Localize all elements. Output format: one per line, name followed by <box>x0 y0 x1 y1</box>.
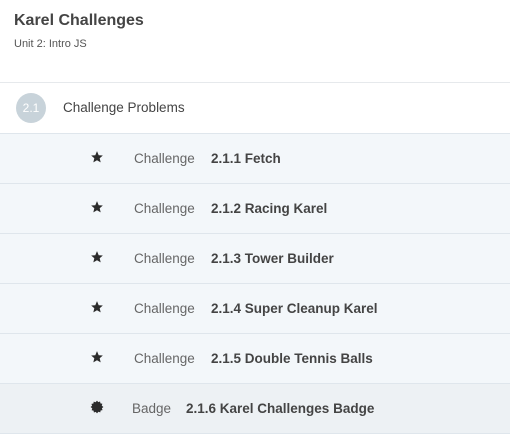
lesson-name: 2.1.5 Double Tennis Balls <box>211 351 373 366</box>
lesson-row-fetch[interactable]: Challenge 2.1.1 Fetch <box>0 134 510 184</box>
lesson-row-double-tennis-balls[interactable]: Challenge 2.1.5 Double Tennis Balls <box>0 334 510 384</box>
star-icon <box>91 351 103 363</box>
badge-seal-icon <box>90 400 104 414</box>
lesson-row-racing-karel[interactable]: Challenge 2.1.2 Racing Karel <box>0 184 510 234</box>
star-icon <box>91 301 103 313</box>
star-icon <box>91 251 103 263</box>
star-icon <box>91 201 103 213</box>
lesson-type-label: Challenge <box>134 151 195 166</box>
page-title: Karel Challenges <box>14 12 144 29</box>
lesson-name: 2.1.2 Racing Karel <box>211 201 328 216</box>
lesson-type-label: Challenge <box>134 201 195 216</box>
lesson-name: 2.1.3 Tower Builder <box>211 251 334 266</box>
section-header[interactable]: 2.1 Challenge Problems <box>0 83 510 134</box>
lesson-name: 2.1.1 Fetch <box>211 151 281 166</box>
page-header: Karel Challenges Unit 2: Intro JS <box>0 0 510 83</box>
lesson-type-label: Challenge <box>134 301 195 316</box>
section-number-badge: 2.1 <box>16 93 46 123</box>
lesson-type-label: Challenge <box>134 251 195 266</box>
lesson-row-tower-builder[interactable]: Challenge 2.1.3 Tower Builder <box>0 234 510 284</box>
lesson-type-label: Badge <box>132 401 172 416</box>
star-icon <box>91 151 103 163</box>
lesson-type-label: Challenge <box>134 351 195 366</box>
unit-subtitle: Unit 2: Intro JS <box>14 38 87 50</box>
lesson-row-super-cleanup-karel[interactable]: Challenge 2.1.4 Super Cleanup Karel <box>0 284 510 334</box>
section-title: Challenge Problems <box>63 100 185 115</box>
lesson-row-challenges-badge[interactable]: Badge 2.1.6 Karel Challenges Badge <box>0 384 510 434</box>
lesson-name: 2.1.6 Karel Challenges Badge <box>186 401 375 416</box>
lesson-name: 2.1.4 Super Cleanup Karel <box>211 301 378 316</box>
